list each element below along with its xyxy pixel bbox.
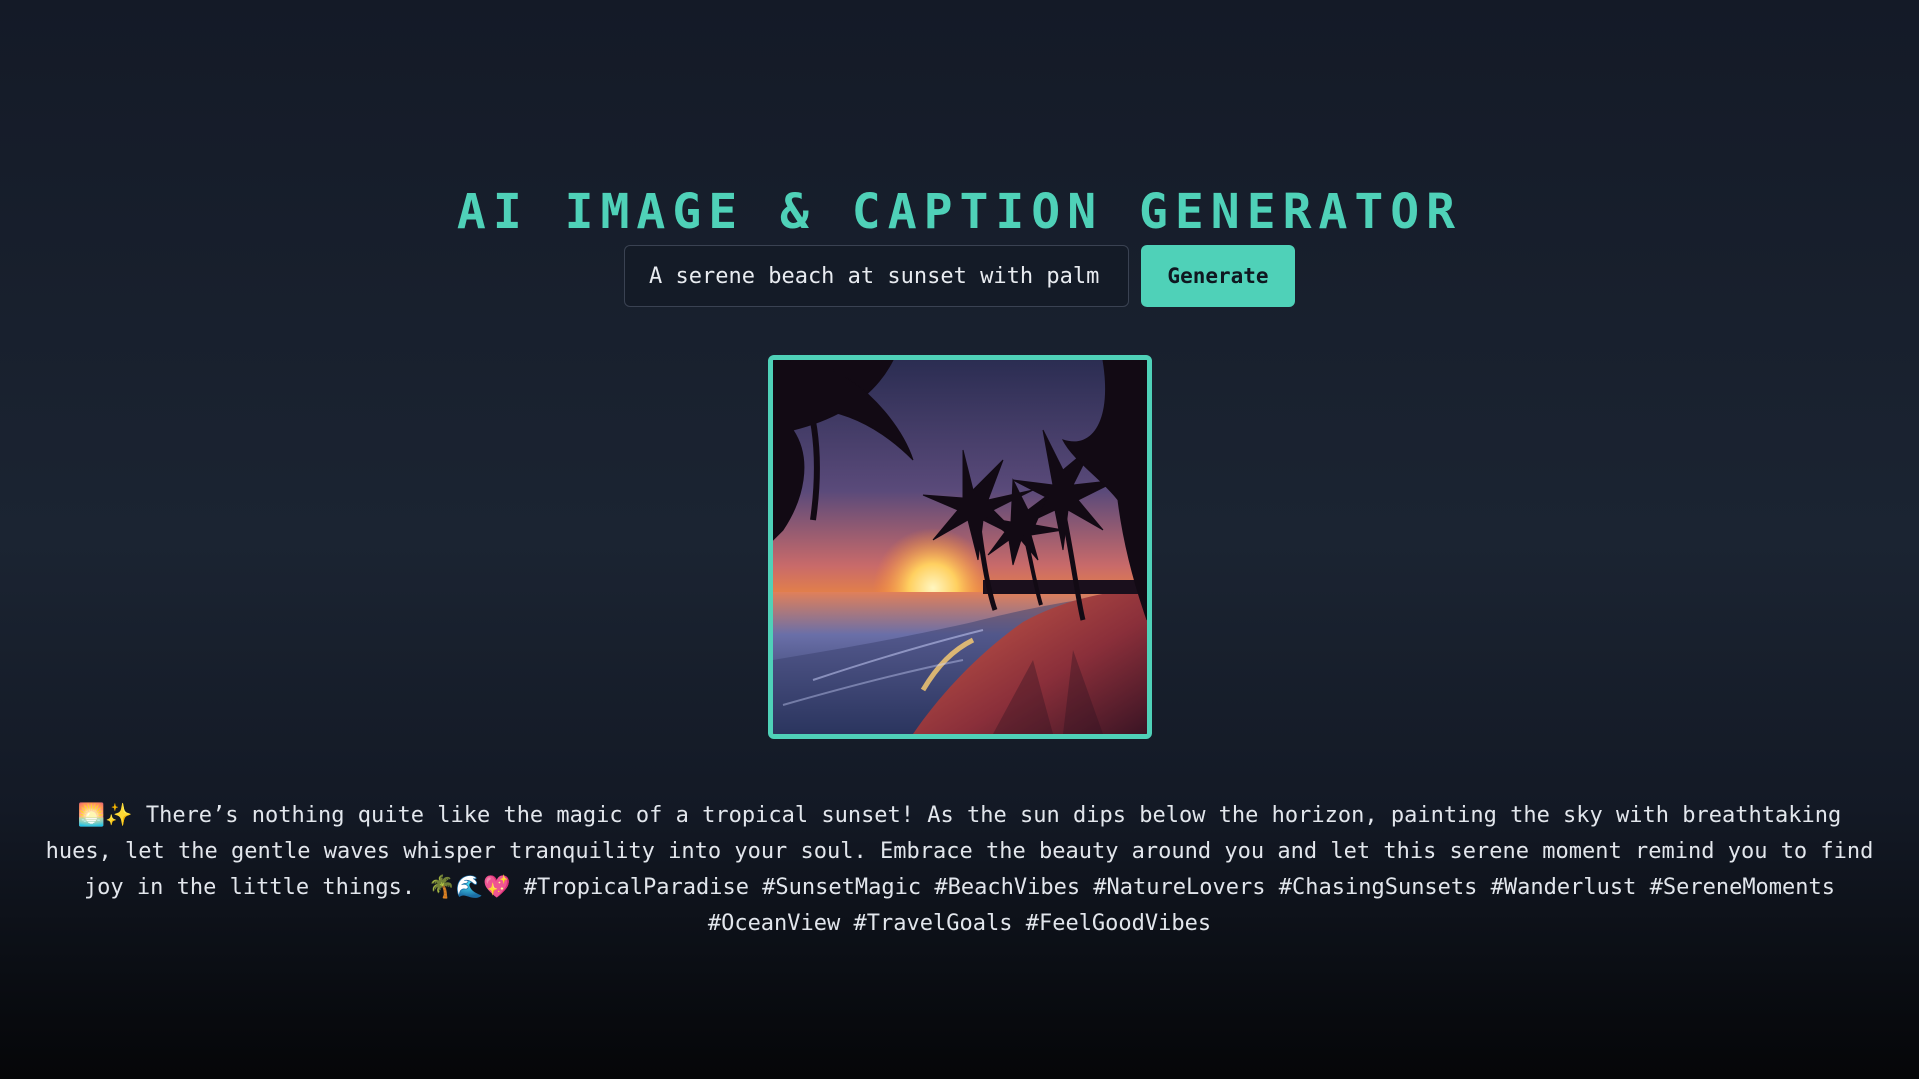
prompt-input[interactable]: [624, 245, 1129, 307]
tropical-sunset-image: [773, 360, 1147, 734]
caption-trail-emoji: 🌴🌊💖: [428, 875, 511, 900]
caption-hashtags: #TropicalParadise #SunsetMagic #BeachVib…: [523, 875, 1836, 936]
prompt-row: Generate: [624, 245, 1295, 307]
generate-button[interactable]: Generate: [1141, 245, 1295, 307]
generated-image: [768, 355, 1152, 739]
caption-text: 🌅✨ There’s nothing quite like the magic …: [40, 798, 1879, 942]
app-root: AI IMAGE & CAPTION GENERATOR Generate: [0, 0, 1919, 1079]
caption-lead-emoji: 🌅✨: [77, 803, 133, 828]
page-title: AI IMAGE & CAPTION GENERATOR: [456, 184, 1463, 241]
